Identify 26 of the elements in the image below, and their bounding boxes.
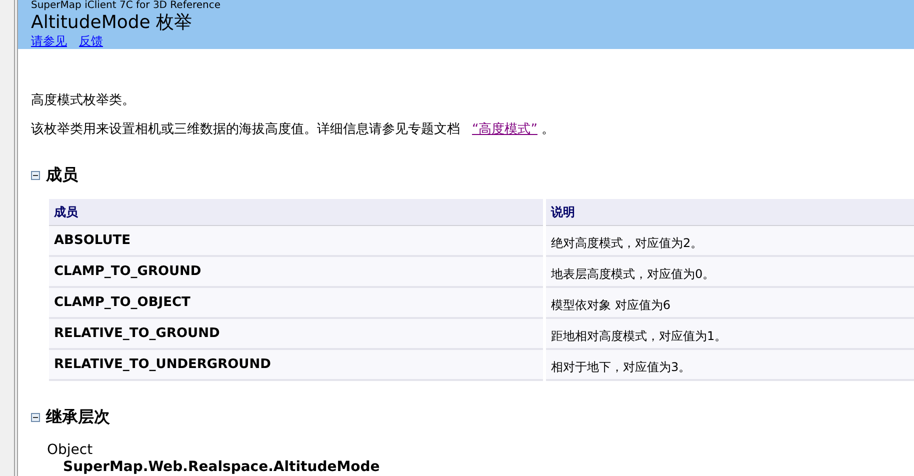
section-heading: 继承层次 bbox=[46, 406, 110, 428]
header-link[interactable]: 反馈 bbox=[79, 34, 103, 48]
period-text: 。 bbox=[541, 120, 554, 138]
member-name: CLAMP_TO_GROUND bbox=[49, 257, 543, 288]
column-header: 成员 bbox=[49, 199, 543, 226]
member-description: 绝对高度模式，对应值为2。 bbox=[546, 226, 914, 257]
column-header: 说明 bbox=[546, 199, 914, 226]
header-link[interactable]: 请参见 bbox=[31, 34, 67, 48]
section-heading: 成员 bbox=[46, 164, 78, 186]
page-title: AltitudeMode 枚举 bbox=[31, 12, 194, 34]
product-name: SuperMap iClient 7C for 3D Reference bbox=[31, 0, 222, 12]
member-description: 距地相对高度模式，对应值为1。 bbox=[546, 319, 914, 350]
hierarchy-item: SuperMap.Web.Realspace.AltitudeMode bbox=[63, 459, 381, 476]
member-description: 地表层高度模式，对应值为0。 bbox=[546, 257, 914, 288]
member-name: RELATIVE_TO_UNDERGROUND bbox=[49, 350, 543, 381]
summary-text: 高度模式枚举类。 bbox=[31, 92, 136, 110]
collapse-icon[interactable] bbox=[31, 412, 40, 422]
hierarchy-item[interactable]: Object bbox=[47, 442, 914, 459]
collapse-icon[interactable] bbox=[31, 170, 40, 180]
member-name: ABSOLUTE bbox=[49, 226, 543, 257]
member-description: 相对于地下，对应值为3。 bbox=[546, 350, 914, 381]
member-name: RELATIVE_TO_GROUND bbox=[49, 319, 543, 350]
description-text: 该枚举类用来设置相机或三维数据的海拔高度值。详细信息请参见专题文档 bbox=[31, 120, 460, 138]
member-name: CLAMP_TO_OBJECT bbox=[49, 288, 543, 319]
topic-link[interactable]: “高度模式” bbox=[468, 120, 542, 139]
member-description: 模型依对象 对应值为6 bbox=[546, 288, 914, 319]
